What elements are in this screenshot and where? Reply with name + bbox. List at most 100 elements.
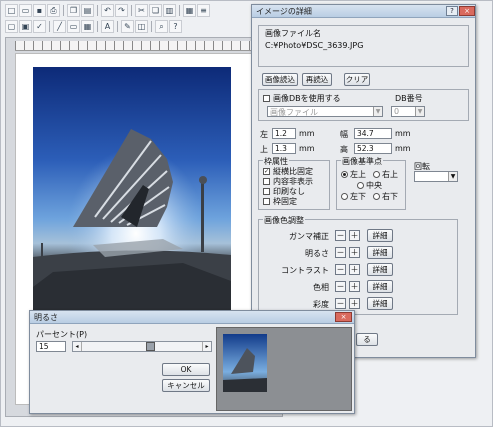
color-row-label: 彩度 <box>313 300 329 309</box>
reload-button[interactable]: 再読込 <box>302 73 332 86</box>
brightness-slider[interactable]: ◂ ▸ <box>72 341 212 352</box>
height-input[interactable]: 52.3 <box>354 143 392 154</box>
help-icon[interactable]: ? <box>169 20 182 33</box>
paste-icon[interactable]: ▤ <box>81 4 94 17</box>
paste2-icon[interactable]: ▥ <box>163 4 176 17</box>
close-icon[interactable]: × <box>335 312 352 322</box>
toolbar-separator <box>97 5 98 16</box>
decrease-button[interactable]: － <box>335 298 346 309</box>
detail-button[interactable]: 詳細 <box>367 263 393 276</box>
slider-thumb[interactable] <box>146 342 156 351</box>
text-icon[interactable]: A <box>101 20 114 33</box>
toolbar-separator <box>131 5 132 16</box>
brightness-title-bar[interactable]: 明るさ <box>30 311 354 324</box>
anchor-center-radio[interactable] <box>357 182 364 189</box>
save-icon[interactable]: ▪ <box>33 4 46 17</box>
copy-icon[interactable]: ❐ <box>67 4 80 17</box>
detail-button[interactable]: 詳細 <box>367 229 393 242</box>
box-icon[interactable]: ▣ <box>19 20 32 33</box>
color-adjust-group: 画像色調整 ガンマ補正－＋詳細 明るさ－＋詳細 コントラスト－＋詳細 色相－＋詳細 彩度… <box>258 215 458 315</box>
use-db-checkbox[interactable] <box>263 95 270 102</box>
grid-icon[interactable]: ▦ <box>183 4 196 17</box>
chevron-down-icon: ▼ <box>448 172 457 181</box>
db-no-value: 0 <box>394 107 400 116</box>
detail-button[interactable]: 詳細 <box>367 246 393 259</box>
app-window: □ ▭ ▪ ⎙ ❐ ▤ ↶ ↷ ✂ ❏ ▥ ▦ ≡ ▢ ▣ ✓ ╱ ▭ ▦ A ✎ ◫ ⌕? イメージの詳細 ? × 画像… <box>0 0 493 427</box>
detail-button[interactable]: 詳細 <box>367 280 393 293</box>
increase-button[interactable]: ＋ <box>349 247 360 258</box>
anchor-bottom-left-radio[interactable] <box>341 193 348 200</box>
file-group: 画像ファイル名 C:¥Photo¥DSC_3639.JPG <box>258 25 469 67</box>
dialog-title-bar[interactable]: イメージの詳細 <box>252 5 475 18</box>
frame-attr-checkbox[interactable] <box>263 198 270 205</box>
photo-frame[interactable] <box>33 67 231 312</box>
width-input[interactable]: 34.7 <box>354 128 392 139</box>
increase-button[interactable]: ＋ <box>349 230 360 241</box>
increase-button[interactable]: ＋ <box>349 298 360 309</box>
cut-icon[interactable]: ✂ <box>135 4 148 17</box>
line-icon[interactable]: ╱ <box>53 20 66 33</box>
dialog-title: イメージの詳細 <box>256 7 312 16</box>
cancel-button[interactable]: キャンセル <box>162 379 210 392</box>
table-icon[interactable]: ▦ <box>81 20 94 33</box>
toolbar-separator <box>97 21 98 32</box>
frame-attr-checkbox[interactable] <box>263 178 270 185</box>
width-unit: mm <box>395 129 411 138</box>
width-label: 幅 <box>340 130 348 139</box>
anchor-title: 画像基準点 <box>341 156 383 167</box>
increase-button[interactable]: ＋ <box>349 281 360 292</box>
brightness-title: 明るさ <box>34 313 58 322</box>
height-unit: mm <box>395 144 411 153</box>
align-icon[interactable]: ≡ <box>197 4 210 17</box>
copy2-icon[interactable]: ❏ <box>149 4 162 17</box>
undo-icon[interactable]: ↶ <box>101 4 114 17</box>
anchor-bottom-left-label: 左下 <box>350 192 366 201</box>
frame-attr-checkbox[interactable]: ✓ <box>263 168 270 175</box>
color-row-label: コントラスト <box>281 266 329 275</box>
left-label: 左 <box>260 130 268 139</box>
toolbar-separator <box>151 21 152 32</box>
slider-right-arrow[interactable]: ▸ <box>202 342 211 351</box>
help-button[interactable]: ? <box>446 6 458 16</box>
rect-icon[interactable]: ▭ <box>67 20 80 33</box>
anchor-top-right-radio[interactable] <box>373 171 380 178</box>
db-source-select[interactable]: 画像ファイル ▼ <box>267 106 383 117</box>
increase-button[interactable]: ＋ <box>349 264 360 275</box>
color-row-label: 色相 <box>313 283 329 292</box>
new-icon[interactable]: □ <box>5 4 18 17</box>
top-label: 上 <box>260 145 268 154</box>
anchor-top-left-radio[interactable] <box>341 171 348 178</box>
use-db-label: 画像DBを使用する <box>273 94 341 103</box>
check-icon[interactable]: ✓ <box>33 20 46 33</box>
redo-icon[interactable]: ↷ <box>115 4 128 17</box>
decrease-button[interactable]: － <box>335 247 346 258</box>
decrease-button[interactable]: － <box>335 281 346 292</box>
slider-left-arrow[interactable]: ◂ <box>73 342 82 351</box>
frame-icon[interactable]: ▢ <box>5 20 18 33</box>
frame-attr-checkbox[interactable] <box>263 188 270 195</box>
decrease-button[interactable]: － <box>335 264 346 275</box>
load-image-button[interactable]: 画像読込 <box>262 73 298 86</box>
db-no-select[interactable]: 0 ▼ <box>391 106 425 117</box>
percent-label: パーセント(P) <box>36 330 88 339</box>
top-input[interactable]: 1.3 <box>272 143 296 154</box>
ok-button[interactable]: OK <box>162 363 210 376</box>
close-icon[interactable]: × <box>459 6 475 16</box>
percent-input[interactable]: 15 <box>36 341 66 352</box>
toolbar-separator <box>63 5 64 16</box>
toolbar-separator <box>117 21 118 32</box>
print-icon[interactable]: ⎙ <box>47 4 60 17</box>
detail-button[interactable]: 詳細 <box>367 297 393 310</box>
pen-icon[interactable]: ✎ <box>121 20 134 33</box>
color-row-label: ガンマ補正 <box>289 232 329 241</box>
eraser-icon[interactable]: ◫ <box>135 20 148 33</box>
rotation-select[interactable]: ▼ <box>414 171 458 182</box>
anchor-bottom-right-radio[interactable] <box>373 193 380 200</box>
decrease-button[interactable]: － <box>335 230 346 241</box>
clear-button[interactable]: クリア <box>344 73 370 86</box>
zoom-icon[interactable]: ⌕ <box>155 20 168 33</box>
open-icon[interactable]: ▭ <box>19 4 32 17</box>
partial-button[interactable]: る <box>356 333 378 346</box>
horizontal-ruler <box>15 41 283 51</box>
left-input[interactable]: 1.2 <box>272 128 296 139</box>
